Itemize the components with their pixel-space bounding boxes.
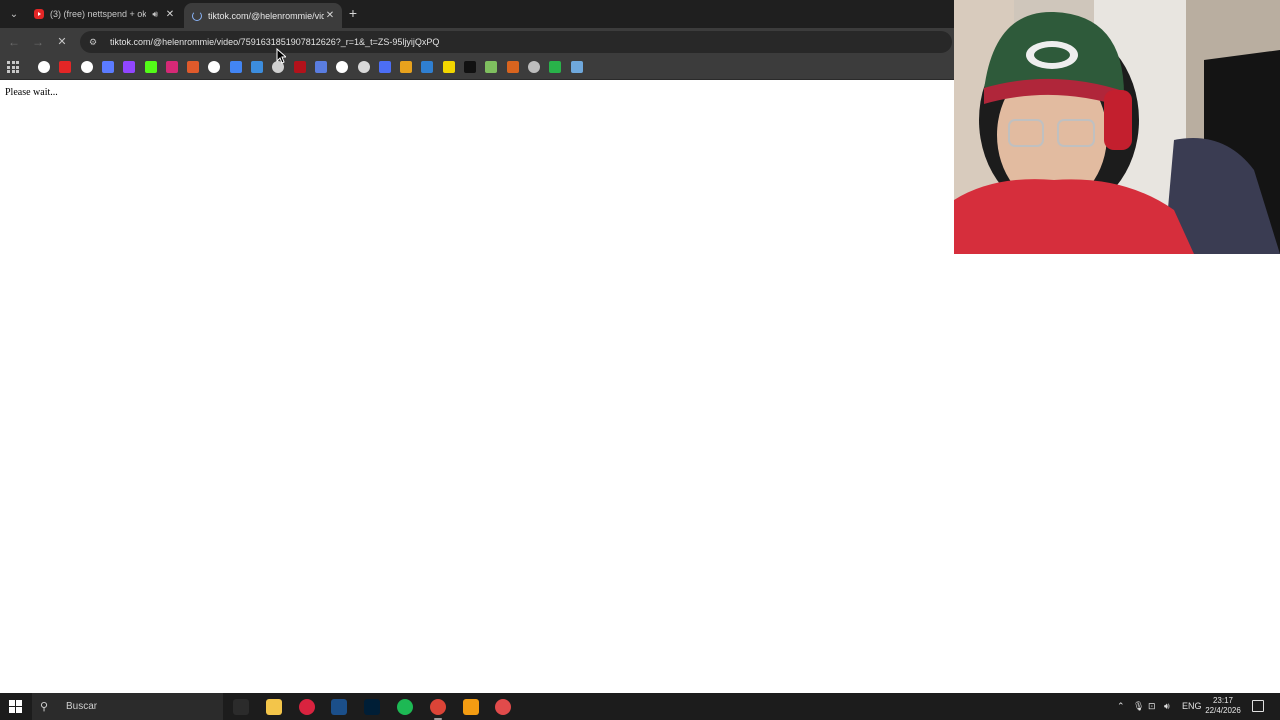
x-icon[interactable]	[208, 61, 221, 73]
bookmark-icon-13[interactable]	[293, 61, 306, 73]
search-icon: ⚲	[40, 701, 49, 713]
webcam-overlay	[954, 0, 1280, 254]
steam-icon[interactable]	[331, 699, 348, 715]
search-placeholder: Buscar	[66, 701, 98, 712]
bookmark-icon-16[interactable]	[357, 61, 370, 73]
tab-youtube[interactable]: (3) (free) nettspend + ok type 🔊︎ ✕	[26, 3, 182, 25]
apps-grid-icon[interactable]	[7, 61, 19, 73]
tab-title: (3) (free) nettspend + ok type	[50, 9, 147, 19]
translate-icon[interactable]	[229, 61, 242, 73]
speaker-icon[interactable]: 🔊︎	[152, 9, 158, 20]
taskbar-search[interactable]: ⚲ Buscar	[32, 693, 223, 720]
clock[interactable]: 23:17 22/4/2026	[1200, 696, 1246, 716]
google-icon[interactable]	[38, 61, 50, 73]
volume-icon[interactable]: 🔊︎	[1164, 693, 1170, 720]
chrome-icon[interactable]	[429, 699, 446, 720]
bookmark-icon-19[interactable]	[421, 61, 434, 73]
spotify-icon[interactable]	[397, 699, 413, 715]
bookmark-icon-21[interactable]	[464, 61, 476, 73]
bookmark-icon-18[interactable]	[400, 61, 413, 73]
bookmark-icon-17[interactable]	[378, 61, 391, 73]
bookmark-icon-23[interactable]	[506, 61, 519, 73]
close-icon[interactable]: ✕	[324, 10, 336, 21]
new-tab-button[interactable]: +	[345, 4, 361, 22]
windows-taskbar: ⚲ Buscar ⌃ 🎙︎ ⊡ 🔊︎ ENG 23:17 22/4/2026	[0, 693, 1280, 720]
bookmark-icon-22[interactable]	[485, 61, 498, 73]
page-loading-text: Please wait...	[5, 87, 58, 98]
bookmark-icon-14[interactable]	[314, 61, 327, 73]
fl-studio-icon[interactable]	[462, 699, 479, 715]
address-bar[interactable]: ⚙ tiktok.com/@helenrommie/video/75916318…	[80, 31, 952, 53]
gx-browser-icon[interactable]	[298, 699, 315, 715]
clock-date: 22/4/2026	[1205, 706, 1241, 715]
bookmark-icon-11[interactable]	[251, 61, 263, 73]
youtube-icon[interactable]	[59, 61, 72, 73]
bookmark-icon-26[interactable]	[570, 61, 583, 73]
tab-title: tiktok.com/@helenrommie/vide	[208, 10, 324, 21]
bookmark-icon-3[interactable]	[80, 61, 93, 73]
loading-spinner-icon	[192, 10, 202, 21]
mouse-cursor-icon	[276, 48, 286, 64]
tab-search-button[interactable]: ⌄	[3, 3, 25, 25]
network-icon[interactable]: ⊡	[1148, 693, 1156, 720]
notion-icon[interactable]	[336, 61, 349, 73]
bookmark-icon-24[interactable]	[527, 61, 540, 73]
close-icon[interactable]: ✕	[164, 9, 176, 20]
app-icon-9[interactable]	[495, 699, 512, 715]
bookmark-icon-8[interactable]	[187, 61, 200, 73]
url-text[interactable]: tiktok.com/@helenrommie/video/7591631851…	[110, 37, 439, 47]
bookmark-icon-4[interactable]	[101, 61, 114, 73]
webcam-image	[954, 0, 1280, 254]
microphone-icon[interactable]: 🎙︎	[1133, 693, 1144, 720]
youtube-icon	[34, 9, 44, 19]
clock-time: 23:17	[1212, 696, 1234, 705]
tab-tiktok[interactable]: tiktok.com/@helenrommie/vide ✕	[184, 3, 342, 28]
start-button[interactable]	[9, 700, 22, 713]
photoshop-icon[interactable]	[364, 699, 381, 715]
show-hidden-icons-button[interactable]: ⌃	[1117, 693, 1125, 720]
task-view-icon[interactable]	[233, 699, 249, 715]
notification-center-icon[interactable]	[1252, 700, 1264, 712]
site-info-icon[interactable]: ⚙	[86, 37, 100, 48]
forward-button[interactable]: →	[30, 34, 46, 50]
language-indicator[interactable]: ENG	[1182, 693, 1202, 720]
bookmark-icon-20[interactable]	[442, 61, 455, 73]
bookmark-icon-25[interactable]	[549, 61, 562, 73]
back-button[interactable]: ←	[6, 34, 22, 50]
twitch-icon[interactable]	[123, 61, 136, 73]
stop-loading-button[interactable]: ✕	[54, 34, 70, 50]
instagram-icon[interactable]	[165, 61, 178, 73]
file-explorer-icon[interactable]	[265, 699, 282, 715]
kick-icon[interactable]	[144, 61, 157, 73]
